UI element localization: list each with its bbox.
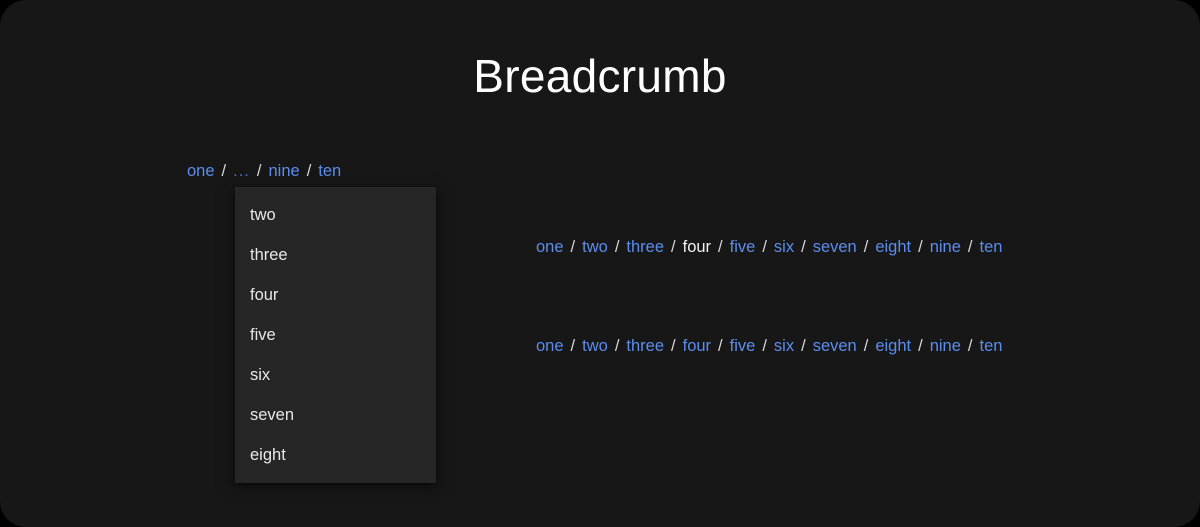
breadcrumb-link[interactable]: eight bbox=[875, 337, 911, 355]
breadcrumb-separator: / bbox=[570, 238, 576, 256]
breadcrumb-ellipsis-button[interactable]: ... bbox=[233, 162, 250, 180]
breadcrumb-link[interactable]: ten bbox=[979, 337, 1002, 355]
breadcrumb-all-links: one / two / three / four / five / six / seven / eight /… bbox=[536, 331, 1022, 361]
breadcrumb-separator: / bbox=[570, 337, 576, 355]
breadcrumb-link[interactable]: one bbox=[536, 238, 564, 256]
breadcrumb-separator: / bbox=[762, 337, 767, 355]
breadcrumb-separator: / bbox=[801, 238, 806, 256]
breadcrumb-link[interactable]: five bbox=[730, 238, 756, 256]
breadcrumb-link[interactable]: ten bbox=[318, 162, 341, 180]
breadcrumb-separator: / bbox=[863, 337, 869, 355]
breadcrumb-dropdown-menu[interactable]: two three four five six seven eight bbox=[235, 187, 436, 483]
breadcrumb-link[interactable]: ten bbox=[979, 238, 1002, 256]
breadcrumb-with-current-page: one / two / three / four / five / six / seven / eight /… bbox=[536, 232, 1022, 262]
breadcrumb-link[interactable]: nine bbox=[930, 238, 961, 256]
breadcrumb-separator: / bbox=[762, 238, 767, 256]
breadcrumb-link[interactable]: seven bbox=[813, 238, 857, 256]
menu-item[interactable]: eight bbox=[235, 435, 436, 475]
breadcrumb-separator: / bbox=[863, 238, 869, 256]
breadcrumb-link[interactable]: three bbox=[626, 238, 664, 256]
breadcrumb-separator: / bbox=[614, 337, 620, 355]
breadcrumb-separator: / bbox=[918, 238, 923, 256]
breadcrumb-link[interactable]: nine bbox=[930, 337, 961, 355]
menu-item[interactable]: six bbox=[235, 355, 436, 395]
breadcrumb-separator: / bbox=[671, 238, 676, 256]
breadcrumb-link[interactable]: two bbox=[582, 238, 608, 256]
breadcrumb-link[interactable]: one bbox=[187, 162, 215, 180]
breadcrumb-link[interactable]: eight bbox=[875, 238, 911, 256]
menu-item[interactable]: three bbox=[235, 235, 436, 275]
breadcrumb-link[interactable]: one bbox=[536, 337, 564, 355]
breadcrumb-separator: / bbox=[306, 162, 312, 180]
breadcrumb-link[interactable]: nine bbox=[268, 162, 299, 180]
breadcrumb-link[interactable]: six bbox=[774, 238, 794, 256]
breadcrumb-separator: / bbox=[967, 337, 973, 355]
breadcrumb-separator: / bbox=[256, 162, 262, 180]
breadcrumb-separator: / bbox=[671, 337, 676, 355]
page-title: Breadcrumb bbox=[473, 50, 727, 102]
breadcrumb-separator: / bbox=[718, 337, 723, 355]
breadcrumb-link[interactable]: three bbox=[626, 337, 664, 355]
menu-item[interactable]: four bbox=[235, 275, 436, 315]
breadcrumb-separator: / bbox=[918, 337, 923, 355]
menu-item[interactable]: two bbox=[235, 195, 436, 235]
breadcrumb-separator: / bbox=[718, 238, 723, 256]
breadcrumb-link[interactable]: six bbox=[774, 337, 794, 355]
collapsed-breadcrumb: one /... / nine / ten bbox=[187, 156, 487, 186]
menu-item[interactable]: five bbox=[235, 315, 436, 355]
menu-item[interactable]: seven bbox=[235, 395, 436, 435]
breadcrumb-separator: / bbox=[614, 238, 620, 256]
breadcrumb-separator: / bbox=[221, 162, 227, 180]
breadcrumb-link[interactable]: seven bbox=[813, 337, 857, 355]
app-root: Breadcrumb one /... / nine / ten two three four… bbox=[0, 0, 1200, 527]
breadcrumb-separator: / bbox=[967, 238, 973, 256]
breadcrumb-link[interactable]: four bbox=[683, 337, 711, 355]
breadcrumb-link[interactable]: five bbox=[730, 337, 756, 355]
breadcrumb-current-item: four bbox=[682, 238, 712, 256]
breadcrumb-separator: / bbox=[801, 337, 806, 355]
breadcrumb-link[interactable]: two bbox=[582, 337, 608, 355]
